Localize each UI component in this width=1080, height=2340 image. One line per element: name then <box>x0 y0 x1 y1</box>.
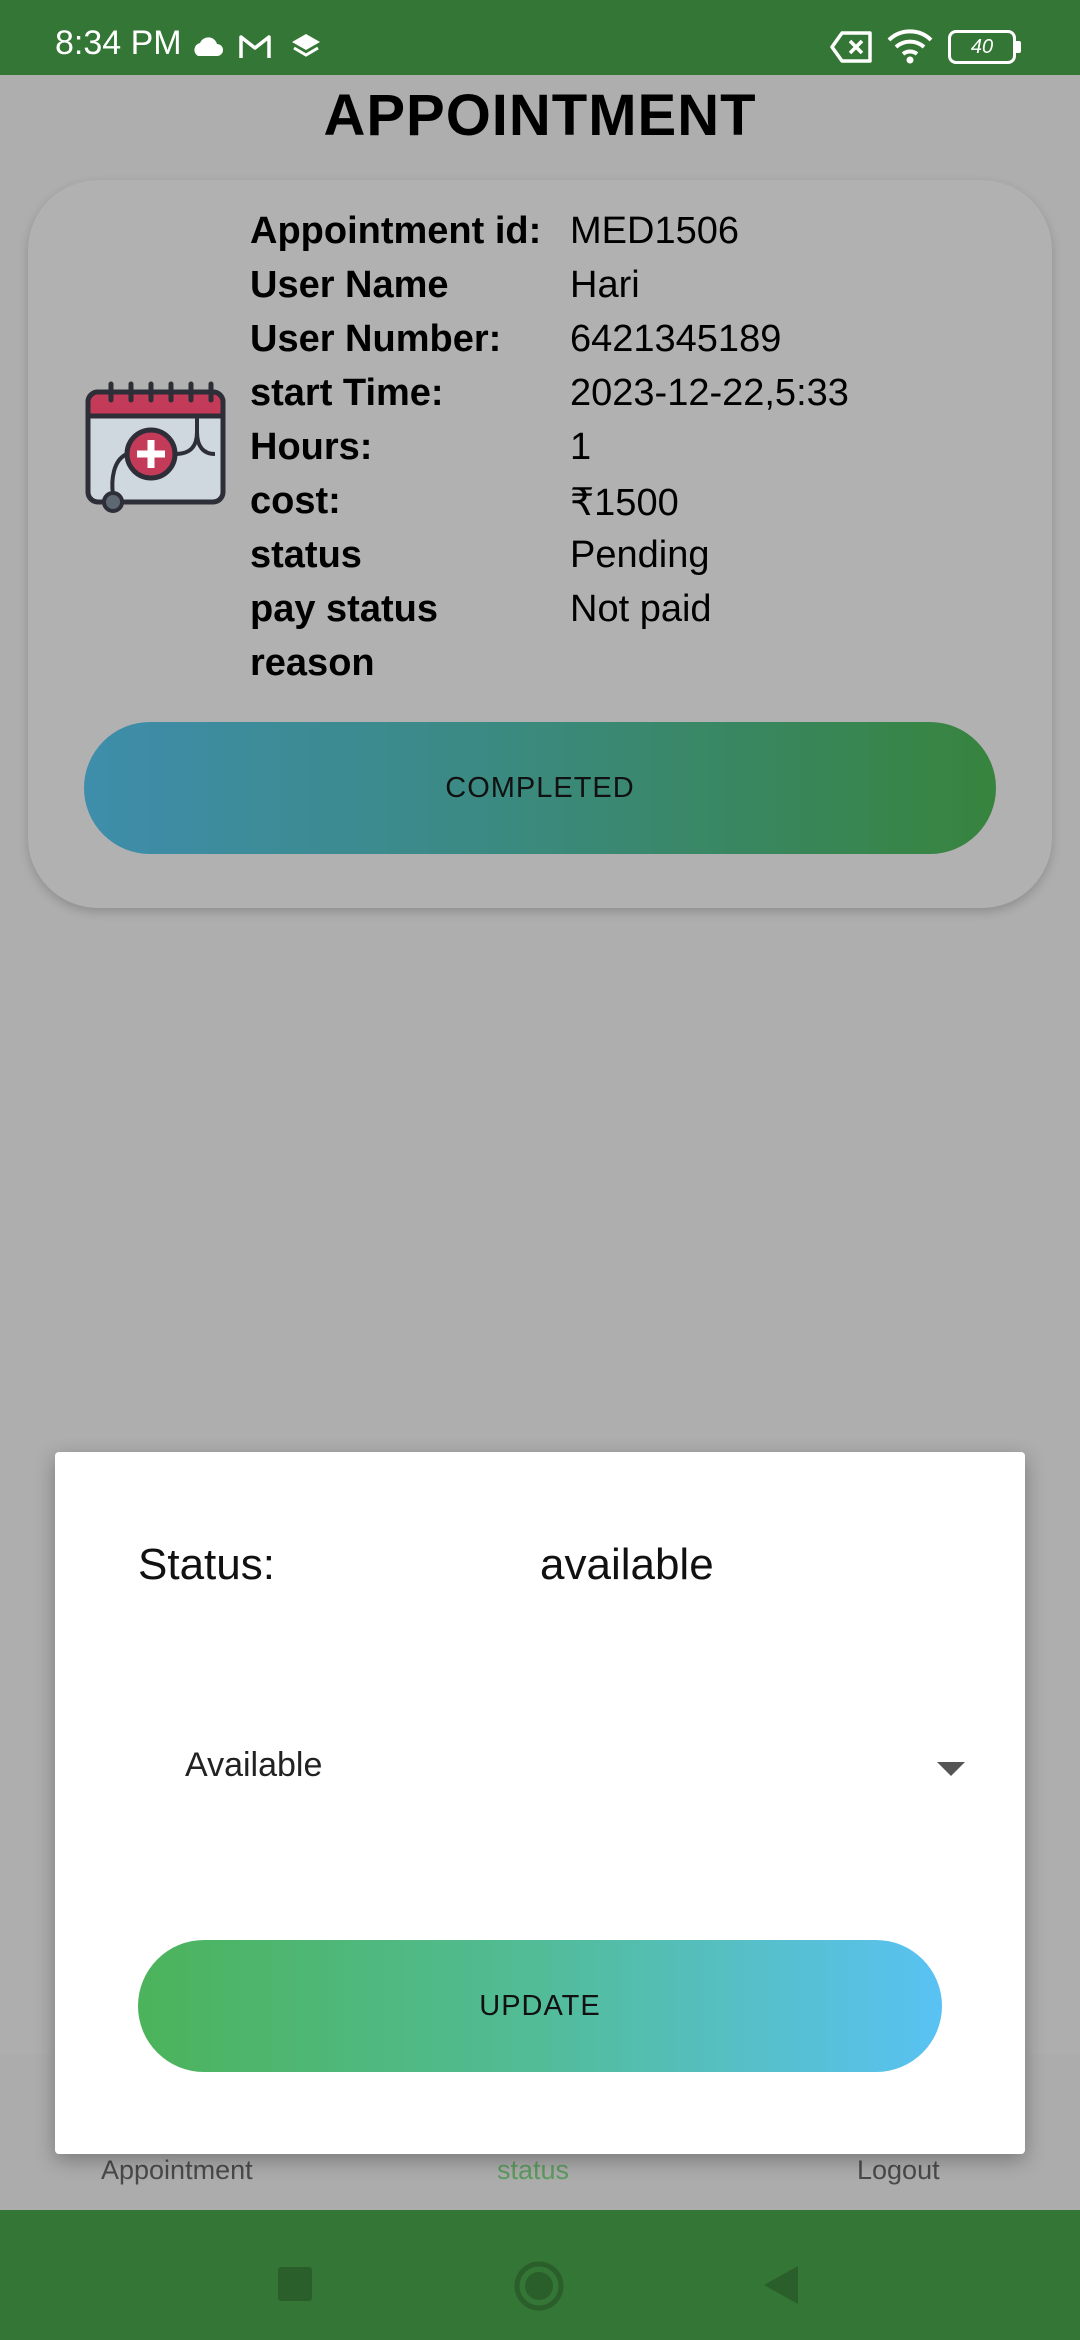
detail-row-user-name: User Name Hari <box>250 264 640 318</box>
detail-row-user-number: User Number: 6421345189 <box>250 318 781 372</box>
detail-label: User Name <box>250 264 449 306</box>
detail-value: 1 <box>570 426 592 468</box>
detail-value: ₹1500 <box>570 482 679 524</box>
status-bar: 8:34 PM 40 <box>0 0 1080 75</box>
nav-item-appointment[interactable]: Appointment <box>101 2155 253 2186</box>
detail-row-hours: Hours: 1 <box>250 426 591 480</box>
detail-value: 2023-12-22,5:33 <box>570 372 849 414</box>
detail-row-cost: cost: ₹1500 <box>250 480 679 534</box>
nav-item-logout[interactable]: Logout <box>857 2155 940 2186</box>
dropdown-selected-value: Available <box>185 1746 323 1784</box>
page-title: APPOINTMENT <box>323 83 757 148</box>
appointment-card: Appointment id: MED1506 User Name Hari U… <box>28 180 1052 908</box>
detail-label: pay status <box>250 588 438 630</box>
detail-label: reason <box>250 642 375 684</box>
nav-item-status[interactable]: status <box>497 2155 569 2186</box>
back-icon[interactable] <box>762 2264 800 2306</box>
status-dropdown[interactable]: Available <box>175 1732 965 1802</box>
update-button[interactable]: UPDATE <box>138 1940 942 2072</box>
detail-label: User Number: <box>250 318 502 360</box>
battery-level: 40 <box>970 35 994 58</box>
detail-label: cost: <box>250 480 341 522</box>
completed-button[interactable]: COMPLETED <box>84 722 996 854</box>
detail-value: Hari <box>570 264 640 306</box>
status-dialog: Status: available Available UPDATE <box>55 1452 1025 2154</box>
detail-row-pay-status: pay status Not paid <box>250 588 712 642</box>
detail-label: Appointment id: <box>250 210 542 252</box>
chevron-down-icon <box>937 1762 965 1776</box>
detail-label: Hours: <box>250 426 373 468</box>
gmail-icon <box>239 35 271 58</box>
sim-off-icon <box>830 31 872 63</box>
status-value: available <box>540 1540 714 1589</box>
detail-row-appointment-id: Appointment id: MED1506 <box>250 210 739 264</box>
status-time: 8:34 PM <box>55 24 182 62</box>
wifi-icon <box>887 29 933 64</box>
detail-value: Pending <box>570 534 710 576</box>
layers-icon <box>292 34 320 57</box>
recents-icon[interactable] <box>278 2267 312 2301</box>
system-nav-bar <box>0 2210 1080 2340</box>
detail-value: Not paid <box>570 588 712 630</box>
detail-row-reason: reason <box>250 642 570 696</box>
detail-value: 6421345189 <box>570 318 782 360</box>
battery-icon: 40 <box>948 30 1016 64</box>
detail-label: status <box>250 534 362 576</box>
detail-value: MED1506 <box>570 210 739 252</box>
battery-tip <box>1016 41 1021 53</box>
cloud-icon <box>194 37 223 56</box>
detail-row-start-time: start Time: 2023-12-22,5:33 <box>250 372 849 426</box>
detail-label: start Time: <box>250 372 444 414</box>
status-label: Status: <box>138 1540 275 1589</box>
home-icon[interactable] <box>513 2260 565 2312</box>
detail-row-status: status Pending <box>250 534 709 588</box>
calendar-medical-icon <box>85 381 226 513</box>
